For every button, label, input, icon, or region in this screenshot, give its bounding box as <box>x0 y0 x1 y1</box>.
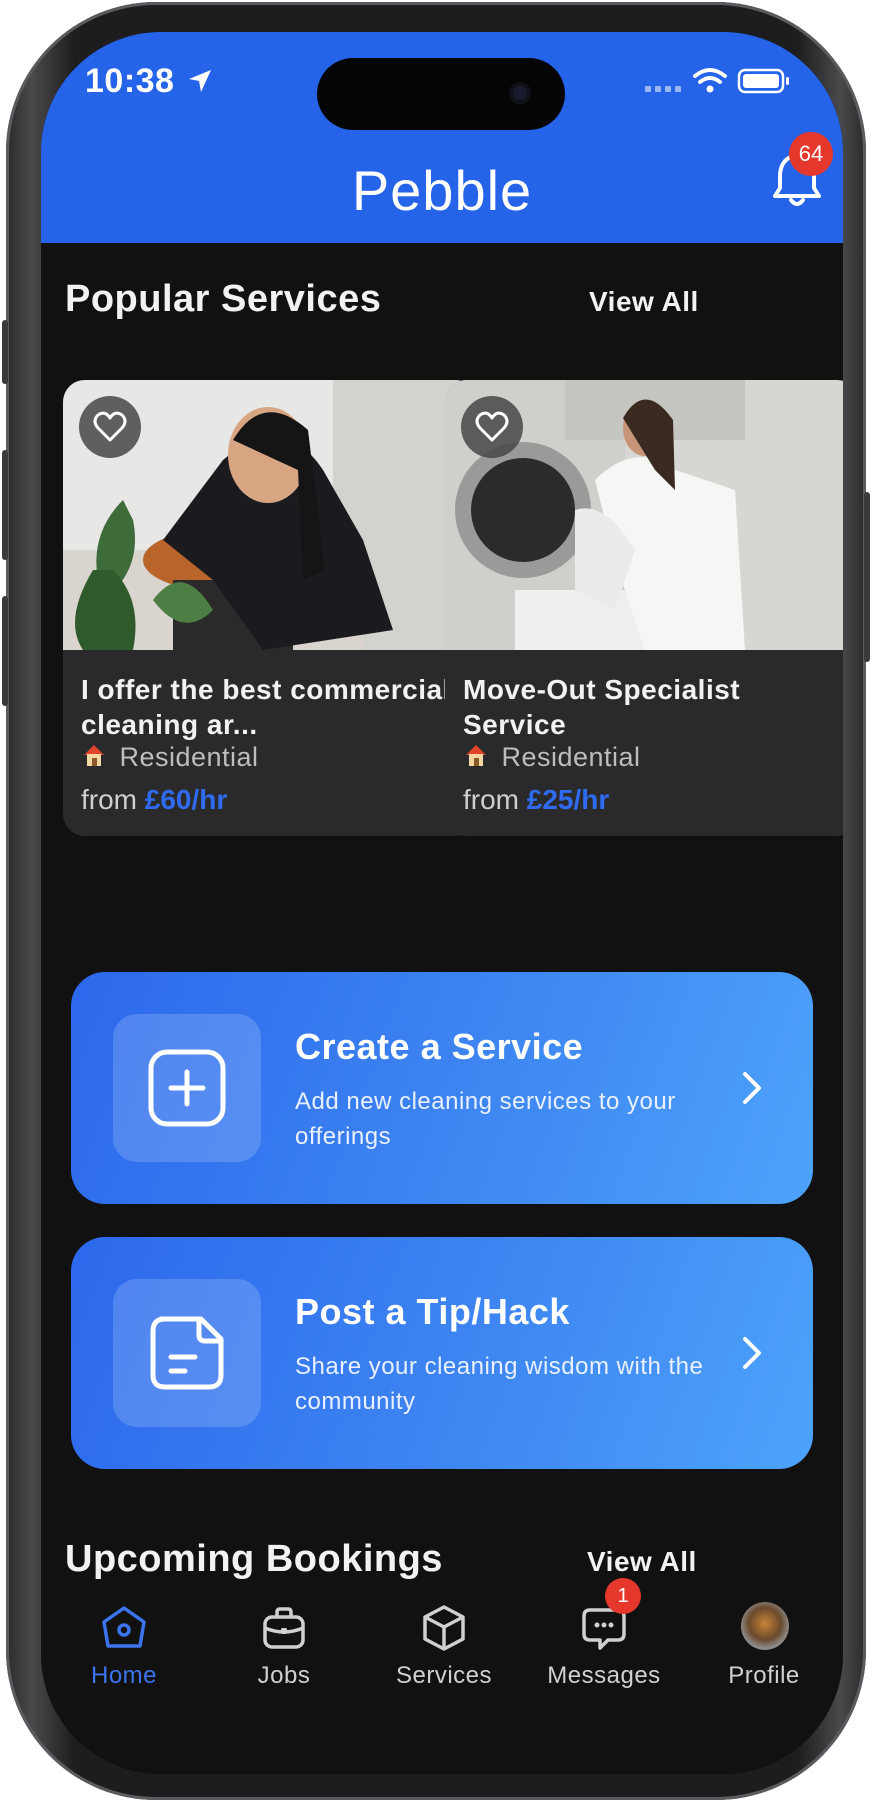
service-category: Residential <box>81 742 259 778</box>
dynamic-island <box>317 58 565 130</box>
messages-badge: 1 <box>605 1578 641 1614</box>
app-header: 10:38 Pebble 64 <box>41 32 843 243</box>
wifi-icon <box>693 68 727 84</box>
chevron-right-icon <box>743 1337 761 1369</box>
post-tip-banner[interactable]: Post a Tip/Hack Share your cleaning wisd… <box>71 1237 813 1469</box>
service-category-label: Residential <box>119 742 259 772</box>
service-title: Move-Out Specialist Service <box>463 674 741 740</box>
avatar[interactable] <box>741 1602 789 1650</box>
post-tip-icon-box <box>113 1279 261 1427</box>
price-prefix: from <box>81 784 137 815</box>
favorite-button[interactable] <box>461 396 523 458</box>
service-price: from £60/hr <box>81 784 227 816</box>
create-service-description: Add new cleaning services to your offeri… <box>295 1088 676 1150</box>
create-service-banner[interactable]: Create a Service Add new cleaning servic… <box>71 972 813 1204</box>
signal-icon <box>645 86 681 92</box>
house-icon <box>81 742 107 773</box>
phone-frame: 10:38 Pebble 64 Popular Services View Al… <box>2 2 870 1800</box>
cube-icon <box>423 1605 465 1651</box>
notification-badge: 64 <box>789 132 833 176</box>
price-prefix: from <box>463 784 519 815</box>
home-icon <box>102 1606 146 1648</box>
price-amount: £25/hr <box>526 784 610 815</box>
note-icon <box>150 1316 224 1390</box>
service-card[interactable]: I offer the best commercial cleaning ar.… <box>63 380 477 836</box>
brand-logo: Pebble <box>351 159 533 222</box>
create-service-title: Create a Service <box>295 1026 584 1067</box>
post-tip-title: Post a Tip/Hack <box>295 1291 570 1332</box>
service-price: from £25/hr <box>463 784 609 816</box>
briefcase-icon <box>263 1607 305 1649</box>
service-category-label: Residential <box>501 742 641 772</box>
upcoming-bookings-title: Upcoming Bookings <box>65 1538 443 1580</box>
service-title: I offer the best commercial cleaning ar.… <box>81 674 451 740</box>
popular-view-all-link[interactable]: View All <box>589 286 699 318</box>
service-card[interactable]: Move-Out Specialist Service Residential … <box>445 380 843 836</box>
chevron-right-icon <box>743 1072 761 1104</box>
heart-icon <box>475 411 509 442</box>
location-arrow-icon <box>189 70 211 92</box>
tab-label: Home <box>90 1662 158 1689</box>
tab-bar: Home Jobs Services Messages 1 Profile <box>41 1578 843 1774</box>
volume-down-button <box>2 596 8 706</box>
battery-icon <box>737 68 789 94</box>
status-icons <box>609 66 809 96</box>
add-square-icon <box>148 1049 226 1127</box>
status-time: 10:38 <box>85 62 175 100</box>
tab-label: Profile <box>728 1662 800 1689</box>
power-button <box>864 492 870 662</box>
volume-up-button <box>2 450 8 560</box>
post-tip-description: Share your cleaning wisdom with the comm… <box>295 1353 704 1415</box>
tab-label: Messages <box>547 1662 661 1689</box>
tab-label: Services <box>395 1662 493 1689</box>
action-button <box>2 320 8 384</box>
popular-services-title: Popular Services <box>65 278 382 320</box>
house-icon <box>463 742 489 773</box>
favorite-button[interactable] <box>79 396 141 458</box>
create-service-icon-box <box>113 1014 261 1162</box>
price-amount: £60/hr <box>144 784 228 815</box>
bookings-view-all-link[interactable]: View All <box>587 1546 697 1578</box>
app-screen: 10:38 Pebble 64 Popular Services View Al… <box>41 32 843 1774</box>
heart-icon <box>93 411 127 442</box>
service-category: Residential <box>463 742 641 778</box>
tab-label: Jobs <box>257 1662 311 1689</box>
